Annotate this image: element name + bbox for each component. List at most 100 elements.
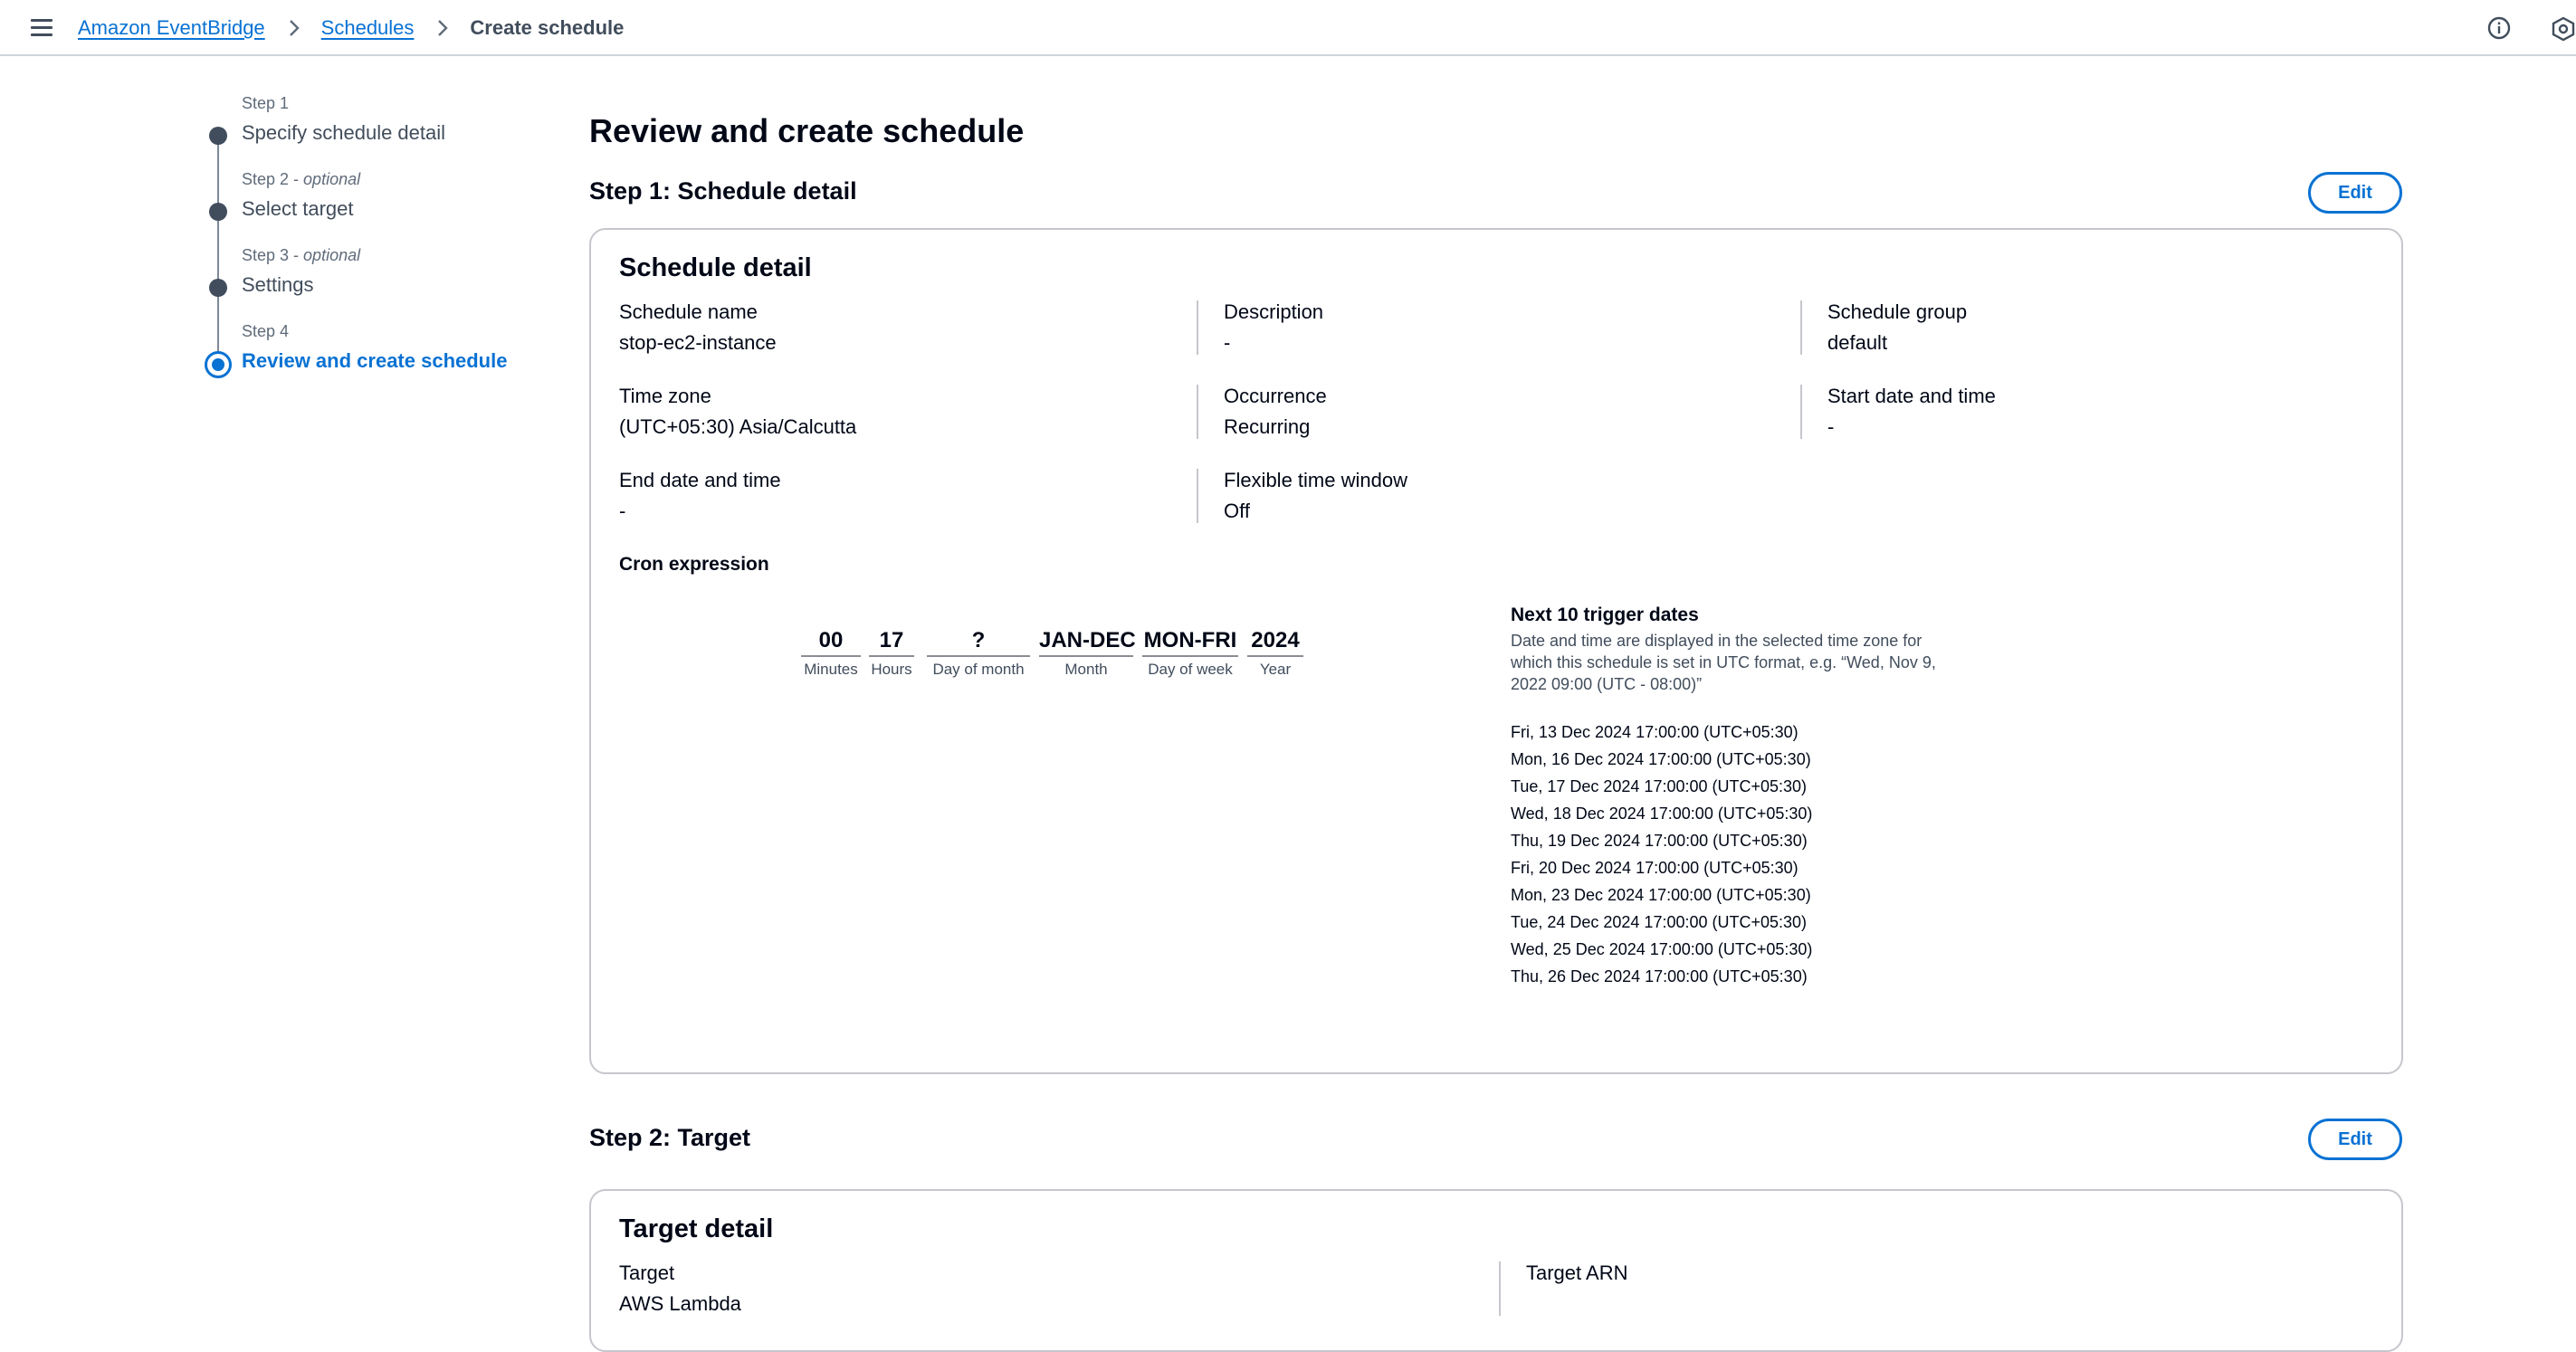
field-label: Target — [619, 1262, 675, 1284]
trigger-date: Wed, 18 Dec 2024 17:00:00 (UTC+05:30) — [1511, 805, 1813, 823]
field-label: Schedule name — [619, 300, 758, 323]
cron-day-of-month: ? Day of month — [927, 628, 1030, 679]
top-navigation-bar: Amazon EventBridge Schedules Create sche… — [0, 0, 2576, 56]
field-label: Description — [1224, 300, 1324, 323]
card-title: Schedule detail — [619, 253, 812, 282]
trigger-date: Fri, 20 Dec 2024 17:00:00 (UTC+05:30) — [1511, 859, 1798, 877]
target-arn-field: Target ARN — [1526, 1262, 2105, 1285]
cron-value: 2024 — [1247, 628, 1303, 657]
trigger-date: Wed, 25 Dec 2024 17:00:00 (UTC+05:30) — [1511, 940, 1813, 958]
current-step-icon — [205, 351, 232, 378]
step-title: Review and create schedule — [242, 349, 508, 372]
cron-field-name: Minutes — [804, 661, 858, 678]
column-divider — [1800, 385, 1802, 439]
cron-year: 2024 Year — [1247, 628, 1303, 679]
time-zone-field: Time zone (UTC+05:30) Asia/Calcutta — [619, 385, 1198, 439]
cron-field-name: Day of month — [932, 661, 1025, 678]
card-title: Target detail — [619, 1214, 774, 1243]
field-value: - — [1827, 415, 1835, 438]
chevron-right-icon — [289, 20, 300, 36]
field-label: Occurrence — [1224, 385, 1327, 407]
start-date-field: Start date and time - — [1827, 385, 2407, 439]
step-indicator-icon — [209, 203, 227, 221]
step-title[interactable]: Select target — [242, 197, 354, 221]
column-divider — [1197, 469, 1198, 523]
field-value: default — [1827, 331, 1888, 354]
column-divider — [1197, 300, 1198, 355]
trigger-date: Thu, 26 Dec 2024 17:00:00 (UTC+05:30) — [1511, 967, 1808, 985]
step-optional-label: optional — [303, 246, 361, 264]
cron-month: JAN-DEC Month — [1039, 628, 1136, 679]
cron-field-name: Year — [1259, 661, 1292, 678]
step-number: Step 3 — [242, 246, 290, 264]
target-field: Target AWS Lambda — [619, 1262, 1198, 1316]
target-detail-card: Target detail Target AWS Lambda Target A… — [589, 1189, 2403, 1352]
next-trigger-dates-title: Next 10 trigger dates — [1511, 605, 1699, 625]
schedule-group-field: Schedule group default — [1827, 300, 2407, 355]
field-label: Target ARN — [1526, 1262, 1628, 1284]
cron-field-name: Hours — [871, 661, 912, 678]
breadcrumb-schedules[interactable]: Schedules — [321, 16, 415, 40]
info-icon[interactable] — [2487, 16, 2511, 40]
step1-heading: Step 1: Schedule detail — [589, 177, 857, 205]
occurrence-field: Occurrence Recurring — [1224, 385, 1803, 439]
trigger-date: Fri, 13 Dec 2024 17:00:00 (UTC+05:30) — [1511, 723, 1798, 741]
cron-value: 17 — [869, 628, 914, 657]
step-number: Step 2 — [242, 170, 290, 188]
cron-value: JAN-DEC — [1039, 628, 1136, 657]
field-label: Time zone — [619, 385, 711, 407]
trigger-dates-list: Fri, 13 Dec 2024 17:00:00 (UTC+05:30) Mo… — [1511, 719, 1812, 990]
page-title: Review and create schedule — [589, 112, 1025, 149]
trigger-date: Tue, 17 Dec 2024 17:00:00 (UTC+05:30) — [1511, 777, 1808, 795]
cron-hours: 17 Hours — [869, 628, 914, 679]
step-number: Step 4 — [242, 322, 290, 340]
step-title[interactable]: Specify schedule detail — [242, 121, 445, 145]
step-optional-label: optional — [303, 170, 361, 188]
step-indicator-icon — [209, 127, 227, 145]
chevron-right-icon — [438, 20, 449, 36]
cron-value: ? — [927, 628, 1030, 657]
hamburger-menu-icon[interactable] — [31, 16, 52, 38]
step-number: Step 1 — [242, 94, 290, 112]
trigger-dates-description: Date and time are displayed in the selec… — [1511, 632, 1936, 693]
field-label: Flexible time window — [1224, 469, 1407, 491]
column-divider — [1499, 1262, 1501, 1316]
cron-field-name: Month — [1064, 661, 1108, 678]
cron-value: 00 — [801, 628, 861, 657]
flexible-time-window-field: Flexible time window Off — [1224, 469, 1803, 523]
schedule-detail-card: Schedule detail Schedule name stop-ec2-i… — [589, 228, 2403, 1074]
breadcrumb-eventbridge[interactable]: Amazon EventBridge — [78, 16, 265, 40]
trigger-date: Thu, 19 Dec 2024 17:00:00 (UTC+05:30) — [1511, 832, 1808, 850]
field-value: Off — [1224, 500, 1250, 522]
trigger-date: Tue, 24 Dec 2024 17:00:00 (UTC+05:30) — [1511, 913, 1808, 931]
cron-minutes: 00 Minutes — [801, 628, 861, 679]
edit-step1-button[interactable]: Edit — [2308, 172, 2402, 214]
edit-step2-button[interactable]: Edit — [2308, 1119, 2402, 1160]
field-value: AWS Lambda — [619, 1292, 741, 1315]
breadcrumb: Amazon EventBridge Schedules Create sche… — [78, 14, 624, 42]
cron-value: MON-FRI — [1142, 628, 1238, 657]
schedule-name-field: Schedule name stop-ec2-instance — [619, 300, 1198, 355]
trigger-date: Mon, 16 Dec 2024 17:00:00 (UTC+05:30) — [1511, 750, 1811, 768]
field-label: End date and time — [619, 469, 781, 491]
field-value: (UTC+05:30) Asia/Calcutta — [619, 415, 857, 438]
column-divider — [1197, 385, 1198, 439]
step-indicator-icon — [209, 279, 227, 297]
field-value: - — [1224, 331, 1231, 354]
field-value: - — [619, 500, 626, 522]
description-field: Description - — [1224, 300, 1803, 355]
cron-expression-label: Cron expression — [619, 554, 769, 575]
trigger-date: Mon, 23 Dec 2024 17:00:00 (UTC+05:30) — [1511, 886, 1811, 904]
breadcrumb-create-schedule: Create schedule — [470, 16, 625, 39]
step2-heading: Step 2: Target — [589, 1124, 751, 1151]
cron-day-of-week: MON-FRI Day of week — [1142, 628, 1238, 679]
field-value: stop-ec2-instance — [619, 331, 777, 354]
field-value: Recurring — [1224, 415, 1311, 438]
step-connector — [217, 136, 219, 366]
cron-field-name: Day of week — [1148, 661, 1233, 678]
field-label: Start date and time — [1827, 385, 1996, 407]
field-label: Schedule group — [1827, 300, 1968, 323]
end-date-field: End date and time - — [619, 469, 1198, 523]
step-title[interactable]: Settings — [242, 273, 314, 297]
hexagon-icon[interactable] — [2551, 16, 2576, 42]
